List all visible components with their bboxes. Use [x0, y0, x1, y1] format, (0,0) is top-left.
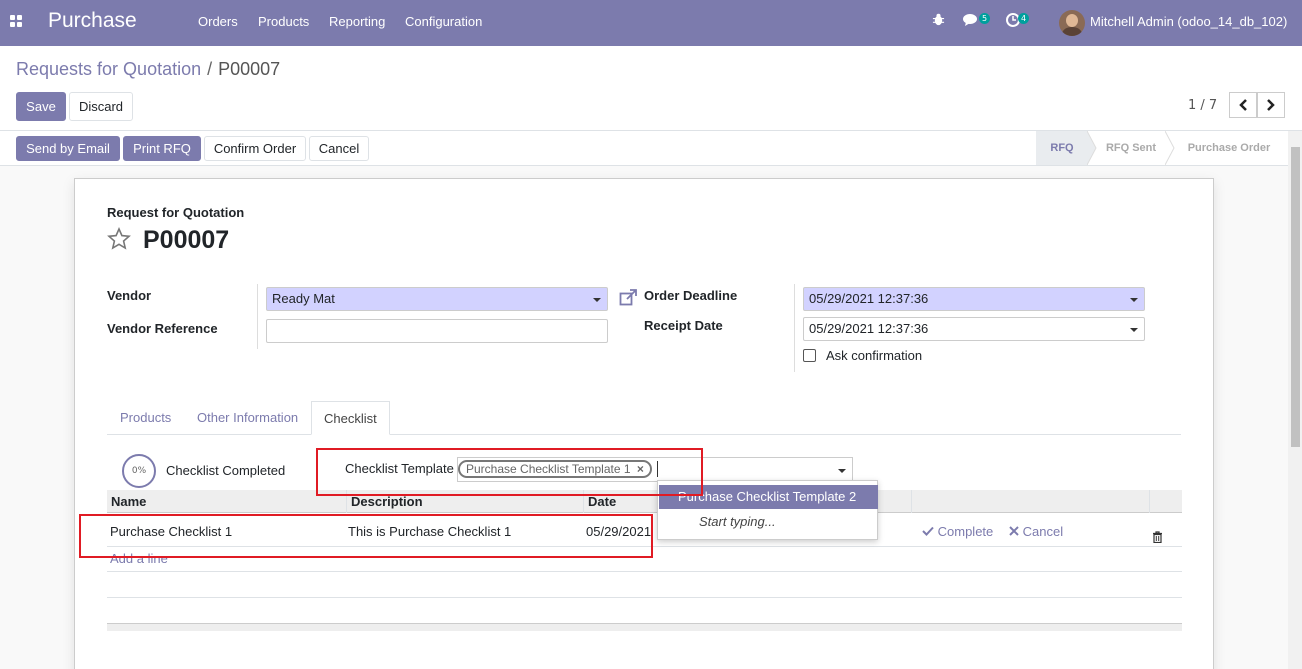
page-scrollbar[interactable] — [1288, 131, 1302, 669]
messages-badge: 5 — [979, 13, 991, 24]
checklist-completed-label: Checklist Completed — [166, 463, 286, 478]
cancel-item-button[interactable]: Cancel — [1009, 518, 1063, 547]
favorite-star-icon[interactable] — [107, 227, 131, 255]
tab-checklist[interactable]: Checklist — [311, 401, 390, 435]
pager-value[interactable]: 1 / 7 — [1188, 98, 1217, 113]
breadcrumb-parent[interactable]: Requests for Quotation — [16, 59, 201, 79]
checklist-progress: 0% — [122, 454, 156, 488]
vendor-reference-field[interactable] — [266, 319, 608, 343]
document-name: P00007 — [143, 226, 230, 254]
bug-icon[interactable] — [932, 13, 945, 30]
discard-button[interactable]: Discard — [69, 92, 133, 121]
activities-badge: 4 — [1018, 13, 1030, 24]
menu-reporting[interactable]: Reporting — [329, 14, 385, 29]
form-sheet: Request for Quotation P00007 Vendor Vend… — [74, 178, 1214, 669]
stage-rfq-sent[interactable]: RFQ Sent — [1096, 131, 1166, 165]
annotation-box — [316, 448, 703, 496]
complete-button[interactable]: Complete — [922, 518, 993, 547]
chevron-left-icon — [1239, 99, 1247, 111]
stage-rfq[interactable]: RFQ — [1036, 131, 1088, 165]
order-deadline-label: Order Deadline — [644, 288, 738, 303]
apps-menu-icon[interactable] — [10, 15, 24, 29]
cancel-item-label: Cancel — [1022, 524, 1064, 539]
send-by-email-button[interactable]: Send by Email — [16, 136, 120, 161]
table-row-divider — [107, 597, 1182, 598]
stage-purchase-order[interactable]: Purchase Order — [1176, 131, 1282, 165]
table-row-divider — [107, 571, 1182, 572]
app-brand[interactable]: Purchase — [48, 9, 137, 33]
control-panel: Requests for Quotation / P00007 Save Disca… — [0, 46, 1302, 131]
status-bar: Send by Email Print RFQ Confirm Order Ca… — [0, 131, 1302, 166]
menu-orders[interactable]: Orders — [198, 14, 238, 29]
pager-next-button[interactable] — [1257, 92, 1285, 118]
menu-products[interactable]: Products — [258, 14, 309, 29]
confirm-order-button[interactable]: Confirm Order — [204, 136, 306, 161]
close-icon — [1009, 526, 1019, 536]
trash-icon[interactable] — [1152, 525, 1163, 554]
vendor-field[interactable]: Ready Mat — [266, 287, 608, 311]
receipt-date-value: 05/29/2021 12:37:36 — [809, 321, 929, 336]
dropdown-caret-icon — [1130, 298, 1138, 302]
table-footer — [107, 623, 1182, 631]
save-button[interactable]: Save — [16, 92, 66, 121]
order-deadline-field[interactable]: 05/29/2021 12:37:36 — [803, 287, 1145, 311]
vendor-reference-label: Vendor Reference — [107, 321, 218, 336]
scrollbar-thumb[interactable] — [1291, 147, 1300, 447]
receipt-date-label: Receipt Date — [644, 318, 723, 333]
menu-configuration[interactable]: Configuration — [405, 14, 482, 29]
column-name[interactable]: Name — [107, 490, 346, 513]
stage-divider — [1165, 131, 1175, 165]
dropdown-caret-icon — [838, 469, 846, 473]
external-link-icon[interactable] — [619, 289, 638, 310]
column-actions — [911, 490, 1149, 513]
order-deadline-value: 05/29/2021 12:37:36 — [809, 291, 929, 306]
divider — [794, 284, 795, 372]
messages-icon[interactable] — [963, 13, 979, 31]
tab-products[interactable]: Products — [108, 401, 183, 435]
ask-confirmation-checkbox[interactable] — [803, 349, 816, 362]
cancel-order-button[interactable]: Cancel — [309, 136, 369, 161]
ask-confirmation-label: Ask confirmation — [826, 348, 923, 363]
top-navbar: Purchase Orders Products Reporting Confi… — [0, 0, 1302, 46]
breadcrumb-current: P00007 — [218, 59, 281, 79]
breadcrumb: Requests for Quotation / P00007 — [16, 59, 280, 80]
check-icon — [922, 526, 934, 536]
annotation-box — [79, 514, 653, 558]
vendor-value: Ready Mat — [272, 291, 335, 306]
print-rfq-button[interactable]: Print RFQ — [123, 136, 201, 161]
dropdown-caret-icon — [593, 298, 601, 302]
divider — [257, 284, 258, 349]
pager-previous-button[interactable] — [1229, 92, 1257, 118]
user-avatar[interactable] — [1059, 10, 1085, 36]
dropdown-hint[interactable]: Start typing... — [659, 510, 878, 534]
receipt-date-field[interactable]: 05/29/2021 12:37:36 — [803, 317, 1145, 341]
user-menu[interactable]: Mitchell Admin (odoo_14_db_102) — [1090, 14, 1287, 29]
tab-other-information[interactable]: Other Information — [185, 401, 310, 435]
breadcrumb-separator: / — [207, 59, 213, 79]
chevron-right-icon — [1267, 99, 1275, 111]
document-type-label: Request for Quotation — [107, 205, 245, 220]
dropdown-caret-icon — [1130, 328, 1138, 332]
column-delete — [1149, 490, 1182, 513]
vendor-label: Vendor — [107, 288, 152, 303]
complete-label: Complete — [937, 524, 994, 539]
